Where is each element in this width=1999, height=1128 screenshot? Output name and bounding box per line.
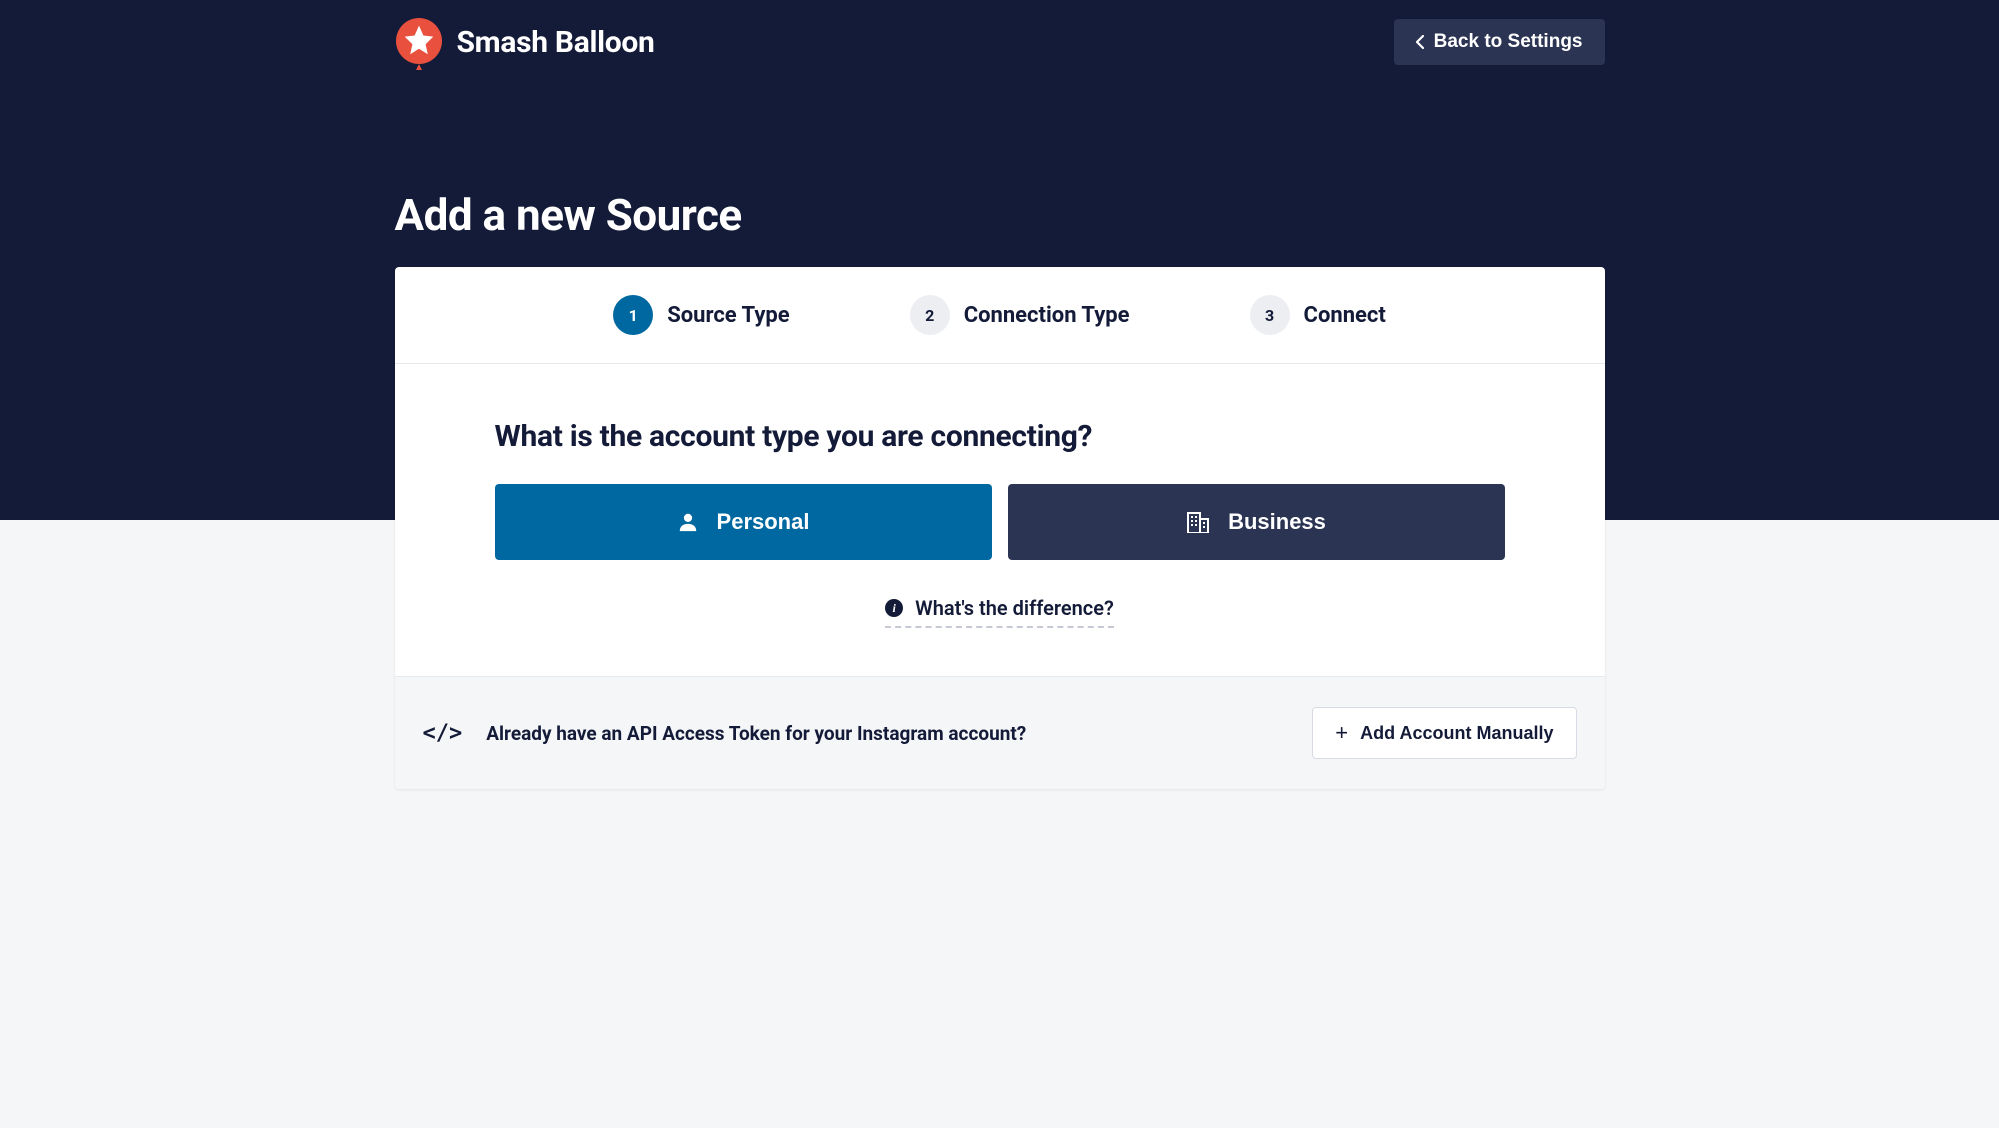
step-number: 2	[910, 295, 950, 335]
brand-name: Smash Balloon	[457, 25, 655, 60]
back-to-settings-button[interactable]: Back to Settings	[1394, 19, 1605, 65]
step-label: Connect	[1304, 303, 1386, 328]
step-number: 1	[613, 295, 653, 335]
top-bar: Smash Balloon Back to Settings	[395, 0, 1605, 84]
api-token-prompt: Already have an API Access Token for you…	[486, 722, 1026, 745]
wizard-steps: 1 Source Type 2 Connection Type 3 Connec…	[395, 267, 1605, 364]
account-type-question: What is the account type you are connect…	[495, 419, 1505, 454]
person-icon	[677, 511, 699, 533]
step-label: Connection Type	[964, 303, 1130, 328]
step-label: Source Type	[667, 303, 790, 328]
brand-logo: Smash Balloon	[395, 18, 655, 66]
step-connect[interactable]: 3 Connect	[1250, 295, 1386, 335]
manual-button-label: Add Account Manually	[1360, 723, 1553, 744]
difference-link-label: What's the difference?	[915, 596, 1114, 620]
step-connection-type[interactable]: 2 Connection Type	[910, 295, 1130, 335]
business-account-button[interactable]: Business	[1008, 484, 1505, 560]
plus-icon: +	[1335, 722, 1348, 744]
card-footer: </> Already have an API Access Token for…	[395, 676, 1605, 789]
personal-label: Personal	[717, 509, 810, 535]
step-number: 3	[1250, 295, 1290, 335]
balloon-icon	[395, 18, 443, 66]
page-title: Add a new Source	[395, 189, 1605, 241]
step-source-type[interactable]: 1 Source Type	[613, 295, 790, 335]
card-body: What is the account type you are connect…	[395, 364, 1605, 676]
back-button-label: Back to Settings	[1434, 31, 1583, 53]
account-type-choices: Personal Business	[495, 484, 1505, 560]
add-account-manually-button[interactable]: + Add Account Manually	[1312, 707, 1576, 759]
personal-account-button[interactable]: Personal	[495, 484, 992, 560]
building-icon	[1186, 511, 1210, 533]
business-label: Business	[1228, 509, 1326, 535]
whats-the-difference-link[interactable]: i What's the difference?	[885, 596, 1114, 628]
info-icon: i	[885, 599, 903, 617]
code-icon: </>	[423, 721, 463, 746]
chevron-left-icon	[1416, 35, 1424, 49]
source-wizard-card: 1 Source Type 2 Connection Type 3 Connec…	[395, 267, 1605, 789]
